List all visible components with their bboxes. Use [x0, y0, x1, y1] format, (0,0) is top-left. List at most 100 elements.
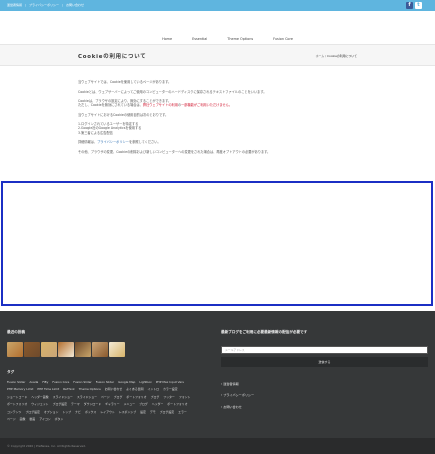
footer-link-label: 運営者情報: [223, 382, 239, 386]
nav-item-fusion-core[interactable]: Fusion Core: [263, 37, 303, 41]
social-icons: f t: [406, 2, 422, 9]
content-paragraph: その他、ブラウザの変更、Cookieの削除および新しいコンピューターへの変更をさ…: [78, 149, 271, 154]
content-text: ただし、Cookieを無効にされている場合は、: [78, 103, 143, 108]
footer-link-label: お問い合わせ: [223, 404, 242, 409]
tag-link[interactable]: ボタン: [55, 417, 64, 421]
site-footer: 最近の投稿 タグ Fusion Slider Avada Fifty Fusion C…: [0, 311, 435, 438]
footer-link-contact[interactable]: › お問い合わせ: [221, 404, 254, 409]
tag-link[interactable]: アイコン: [39, 417, 50, 421]
top-link-contact[interactable]: お問い合わせ: [66, 3, 84, 7]
highlight-text: 一部機能がご利用いただけません。: [181, 103, 233, 108]
tag-link[interactable]: トップ: [62, 410, 71, 414]
top-links: 運営者情報 | プライバシーポリシー | お問い合わせ: [7, 3, 84, 7]
tag-link[interactable]: ブログ: [151, 395, 160, 399]
tag-link[interactable]: ヘッダー: [152, 402, 164, 406]
tag-link[interactable]: ブログ: [114, 395, 123, 399]
tag-link[interactable]: Lightbox: [139, 380, 151, 384]
breadcrumb: ホーム / Cookieの利用について: [316, 54, 357, 58]
tag-link[interactable]: ブログ設定: [25, 410, 39, 414]
tag-link[interactable]: フォント: [179, 395, 191, 399]
tag-link[interactable]: ポートフォリオ: [126, 395, 146, 399]
breadcrumb-home[interactable]: ホーム: [316, 54, 325, 58]
tag-link[interactable]: Avada: [29, 380, 38, 384]
breadcrumb-current: Cookieの利用について: [327, 54, 357, 58]
photo-thumbnail[interactable]: [58, 342, 74, 357]
tag-link[interactable]: ブログ: [139, 402, 148, 406]
tag-link[interactable]: ブログ設定: [160, 410, 174, 414]
tag-link[interactable]: ページ: [101, 395, 110, 399]
tag-link[interactable]: 動画: [29, 417, 35, 421]
tag-link[interactable]: ダウンロード: [84, 402, 101, 406]
photo-thumbnail[interactable]: [7, 342, 23, 357]
tag-link[interactable]: レスポンシブ: [119, 410, 136, 414]
tag-link[interactable]: よくある質問: [126, 387, 143, 391]
tag-link[interactable]: Fusion Slider: [96, 380, 114, 384]
footer-link-privacy[interactable]: › プライバシーポリシー: [221, 392, 254, 397]
photo-thumbnail[interactable]: [75, 342, 91, 357]
newsletter-email-input[interactable]: メールアドレス: [221, 346, 428, 354]
content-paragraph: ただし、Cookieを無効にされている場合は、弊社ウェブサイトの利用の一部機能が…: [78, 103, 363, 107]
tag-link[interactable]: エラー: [178, 410, 187, 414]
top-link-separator: |: [61, 3, 63, 7]
copyright-bar: © Copyright 2020 | Preflexes, Inc. All R…: [0, 438, 435, 454]
page-title: Cookieの利用について: [78, 54, 147, 60]
tag-link[interactable]: Google Map: [118, 380, 135, 384]
photo-thumbnail[interactable]: [92, 342, 108, 357]
tag-link[interactable]: PHP Max Input Vars: [156, 380, 184, 384]
tag-link[interactable]: Fusion Slider: [7, 380, 25, 384]
tag-link[interactable]: ボックス: [85, 410, 96, 414]
top-link-privacy[interactable]: プライバシーポリシー: [29, 3, 59, 7]
photo-thumbnail[interactable]: [24, 342, 40, 357]
tag-link[interactable]: お問い合わせ: [105, 387, 122, 391]
privacy-policy-link[interactable]: プライバシーポリシー: [97, 140, 129, 144]
tag-link[interactable]: Fusion Core: [52, 380, 69, 384]
tag-link[interactable]: PHP Memory Limit: [7, 387, 33, 391]
tag-link[interactable]: ギャラリー: [105, 402, 119, 406]
footer-link-operator[interactable]: › 運営者情報: [221, 381, 254, 386]
tag-link[interactable]: 画像: [20, 417, 26, 421]
breadcrumb-separator: /: [325, 54, 327, 58]
tag-link[interactable]: ナビ: [75, 410, 81, 414]
nav-item-theme-options[interactable]: Theme Options: [217, 37, 263, 41]
tag-link[interactable]: ショートコード: [7, 395, 27, 399]
content-paragraph: 当ウェブサイトでは、Cookieを使用しているページがあります。: [78, 80, 172, 84]
footer-links: › 運営者情報 › プライバシーポリシー › お問い合わせ: [221, 381, 254, 415]
tag-link[interactable]: ブログ設定: [53, 402, 67, 406]
tag-link[interactable]: ポートフォリオ: [167, 402, 187, 406]
photo-thumbnail[interactable]: [109, 342, 125, 357]
tag-link[interactable]: イントロ: [147, 387, 159, 391]
content-text: を参照してください。: [128, 140, 161, 145]
photo-thumbnail[interactable]: [41, 342, 57, 357]
nav-item-essential[interactable]: Essential: [182, 37, 217, 41]
facebook-icon[interactable]: f: [406, 2, 413, 9]
footer-link-label: プライバシーポリシー: [223, 393, 255, 398]
tag-link[interactable]: ポートフォリオ: [7, 402, 27, 406]
tag-link[interactable]: Fifty: [42, 380, 48, 384]
copyright-text: © Copyright 2020 | Preflexes, Inc. All R…: [7, 444, 86, 448]
tag-link[interactable]: カラー設定: [163, 387, 177, 391]
tag-link[interactable]: PHP Time Limit: [37, 387, 59, 391]
tag-link[interactable]: ページ: [7, 417, 16, 421]
twitter-icon[interactable]: t: [415, 2, 422, 9]
tag-link[interactable]: Theme Options: [79, 387, 101, 391]
newsletter-submit-button[interactable]: 送信する: [221, 357, 428, 367]
tag-link[interactable]: オプション: [44, 410, 58, 414]
tag-link[interactable]: フッター: [163, 395, 175, 399]
tag-link[interactable]: ReThink: [63, 387, 75, 391]
tag-link[interactable]: ヘッダー画像: [31, 395, 48, 399]
tag-link[interactable]: レイアウト: [100, 410, 114, 414]
list-item: 3.第三者による広告配信: [78, 130, 113, 135]
tag-link[interactable]: 設定: [140, 410, 146, 414]
embedded-frame: [1, 181, 433, 306]
tag-link[interactable]: ウィジェット: [31, 402, 48, 406]
top-link-operator[interactable]: 運営者情報: [7, 3, 22, 7]
tag-link[interactable]: テーマ: [71, 402, 80, 406]
tag-link[interactable]: メニュー: [124, 402, 136, 406]
tag-link[interactable]: Fusion Slider: [73, 380, 91, 384]
tag-link[interactable]: スライドショー: [53, 395, 73, 399]
main-nav: Home Essential Theme Options Fusion Core: [0, 37, 435, 41]
tag-link[interactable]: スライドショー: [77, 395, 97, 399]
tag-link[interactable]: デモ: [150, 410, 156, 414]
nav-item-home[interactable]: Home: [152, 37, 182, 41]
tag-link[interactable]: コンテンツ: [7, 410, 21, 414]
